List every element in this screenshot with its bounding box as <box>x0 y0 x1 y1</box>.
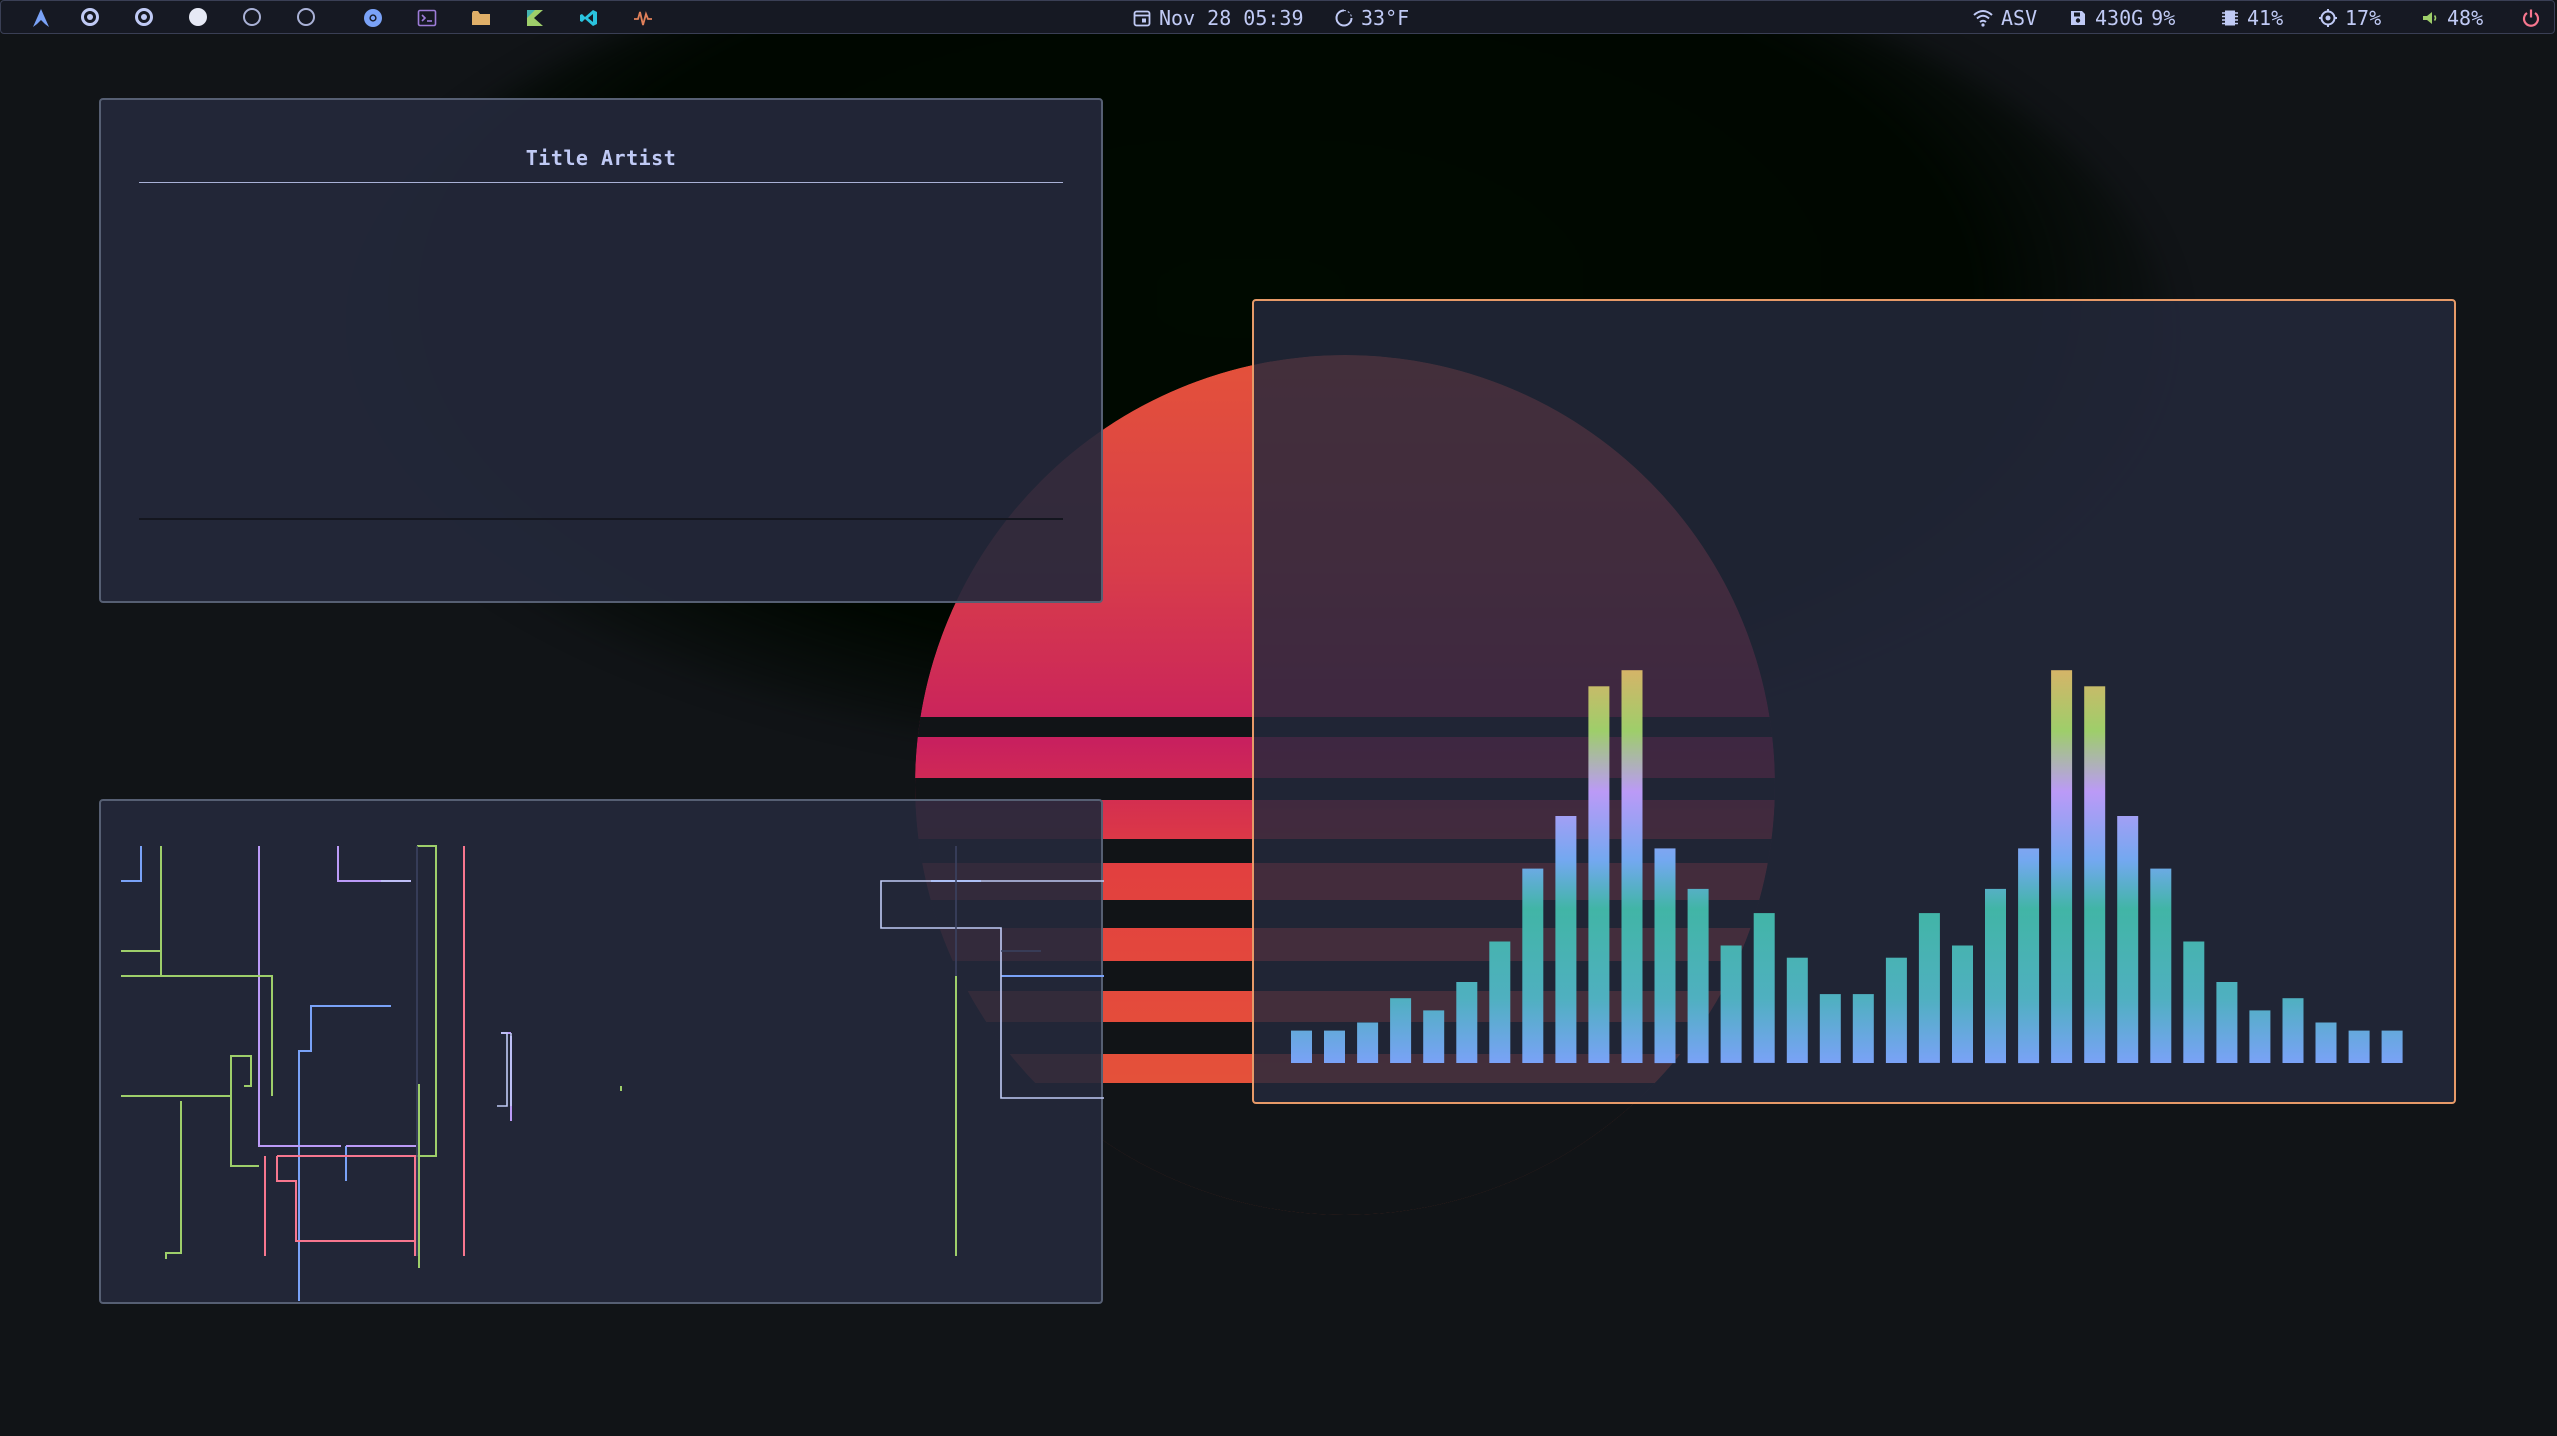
disk-icon <box>2071 11 2085 25</box>
progress-bar[interactable] <box>139 518 1063 520</box>
audio-spectrum <box>1291 670 2403 1064</box>
chrome-icon[interactable] <box>363 8 383 28</box>
wifi-ssid: ASV <box>2001 6 2038 30</box>
spectrum-bar-19 <box>1885 957 1907 1063</box>
spectrum-bar-11 <box>1621 670 1643 1063</box>
volume-module[interactable]: 48% <box>2421 4 2483 32</box>
kotlin-icon[interactable] <box>525 8 545 28</box>
workspace-4[interactable] <box>243 8 261 26</box>
spectrum-bar-34 <box>2381 1030 2403 1063</box>
spectrum-bar-25 <box>2084 686 2106 1063</box>
spectrum-bar-31 <box>2282 998 2304 1063</box>
spectrum-bar-16 <box>1786 957 1808 1063</box>
disk-free: 430G <box>2095 6 2144 30</box>
weather-temp: 33°F <box>1361 6 1410 30</box>
workspace-5[interactable] <box>297 8 315 26</box>
date-time: Nov 28 05:39 <box>1159 6 1304 30</box>
spectrum-bar-28 <box>2183 941 2205 1063</box>
spectrum-bar-7 <box>1489 941 1511 1063</box>
weather[interactable]: 33°F <box>1335 4 1409 32</box>
spectrum-bar-20 <box>1918 913 1940 1063</box>
memory-percent: 41% <box>2247 6 2284 30</box>
spectrum-bar-15 <box>1753 913 1775 1063</box>
volume-percent: 48% <box>2447 6 2484 30</box>
workspace-2[interactable] <box>135 8 153 26</box>
spectrum-bar-17 <box>1819 994 1841 1063</box>
terminal-icon[interactable] <box>417 8 437 28</box>
pulse-icon[interactable] <box>633 8 653 28</box>
spectrum-bar-4 <box>1390 998 1412 1063</box>
disk-module[interactable]: 430G 9% <box>2069 4 2175 32</box>
spectrum-bar-6 <box>1456 982 1478 1063</box>
calendar-icon <box>1133 10 1151 27</box>
pipes-animation <box>121 845 1104 1301</box>
vscode-icon[interactable] <box>579 8 599 28</box>
spectrum-bar-1 <box>1291 1030 1312 1063</box>
spectrum-bar-14 <box>1720 945 1742 1063</box>
disk-percent: 9% <box>2151 6 2176 30</box>
status-bar: Nov 28 05:39 33°F ASV 430G 9% 41% 17% 48… <box>0 0 2555 34</box>
spectrum-bar-5 <box>1423 1010 1445 1063</box>
wifi-icon <box>1973 10 1993 27</box>
workspace-1[interactable] <box>81 8 99 26</box>
power-icon[interactable] <box>2521 8 2541 28</box>
spectrum-bar-29 <box>2216 982 2238 1063</box>
spectrum-bar-32 <box>2315 1022 2337 1063</box>
pipes-terminal-window[interactable] <box>99 799 1104 1304</box>
spectrum-bar-13 <box>1687 888 1709 1064</box>
spectrum-bar-23 <box>2018 848 2040 1064</box>
track-header: Title Artist <box>525 146 677 170</box>
spectrum-bar-18 <box>1852 994 1874 1063</box>
arch-icon[interactable] <box>31 8 51 28</box>
cava-visualizer-window[interactable] <box>1252 299 2456 1104</box>
spectrum-bar-30 <box>2249 1010 2271 1063</box>
volume-icon <box>2423 12 2437 24</box>
cpu-percent: 17% <box>2345 6 2382 30</box>
cpu-module[interactable]: 17% <box>2319 4 2381 32</box>
spectrum-bar-9 <box>1555 816 1577 1063</box>
spectrum-bar-22 <box>1985 888 2006 1064</box>
moon-icon <box>1335 9 1353 27</box>
memory-icon <box>2222 10 2238 26</box>
workspace-3[interactable] <box>189 8 207 26</box>
memory-module[interactable]: 41% <box>2221 4 2283 32</box>
spectrum-bar-10 <box>1588 686 1610 1063</box>
spectrum-bar-21 <box>1952 945 1973 1063</box>
wifi-module[interactable]: ASV <box>1973 4 2037 32</box>
spectrum-bar-24 <box>2051 670 2073 1063</box>
spectrum-bar-27 <box>2150 868 2172 1063</box>
clock[interactable]: Nov 28 05:39 <box>1133 4 1304 32</box>
spectrum-bar-12 <box>1654 848 1676 1064</box>
spectrum-bar-2 <box>1324 1030 1345 1063</box>
spectrum-bar-33 <box>2348 1030 2370 1063</box>
folder-icon[interactable] <box>471 8 491 28</box>
music-player-window[interactable]: Title Artist <box>99 98 1103 603</box>
spectrum-bar-8 <box>1522 868 1544 1063</box>
spectrum-bar-26 <box>2117 816 2139 1063</box>
spectrum-bar-3 <box>1357 1022 1379 1063</box>
cpu-icon <box>2319 9 2337 27</box>
header-divider <box>139 182 1063 183</box>
